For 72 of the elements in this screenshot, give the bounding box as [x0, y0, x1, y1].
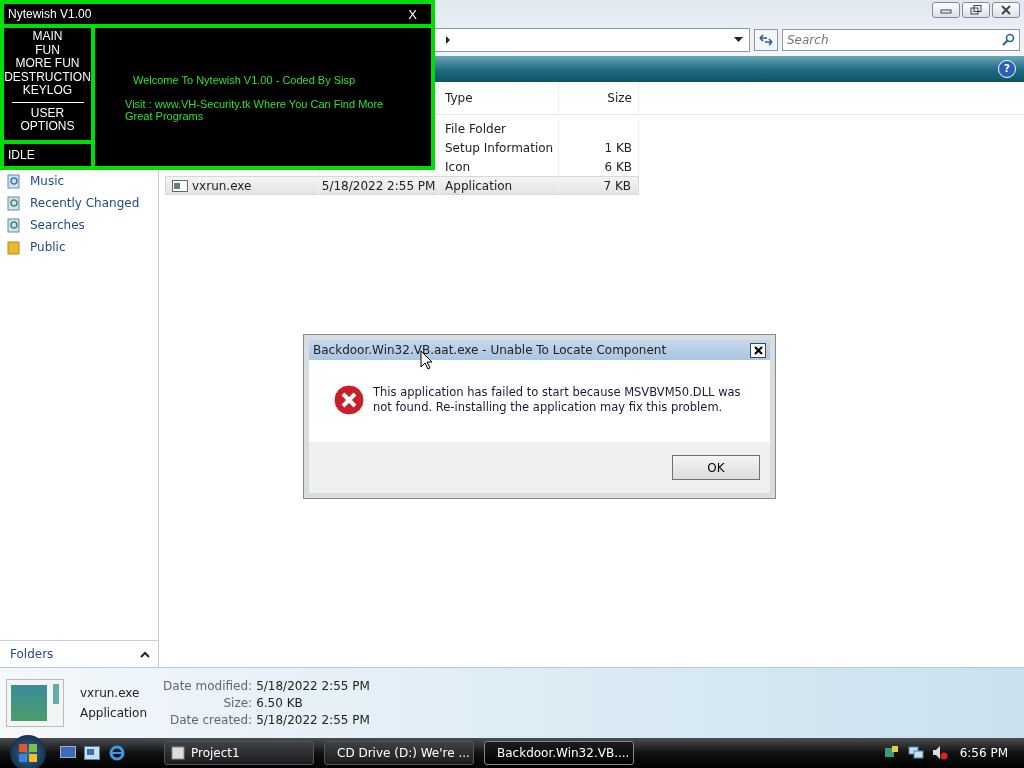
- window-title: Nytewish V1.00: [8, 7, 92, 21]
- search-folder-icon: [6, 217, 22, 233]
- file-name: vxrun.exe: [80, 686, 141, 700]
- restore-icon: [970, 5, 982, 15]
- visit-text: Visit : www.VH-Security.tk Where You Can Find More Great Programs: [125, 98, 385, 122]
- error-message: This application has failed to start because MSVBVM50.DLL was not found. Re-installing the application may fix this problem.: [373, 384, 742, 415]
- detail-label: Size:: [222, 696, 253, 710]
- menu-item[interactable]: FUN: [35, 43, 60, 57]
- minimize-icon: [940, 6, 952, 14]
- chevron-icon: [445, 36, 451, 44]
- dialog-title: Backdoor.Win32.VB.aat.exe - Unable To Locate Component: [313, 343, 667, 357]
- search-field[interactable]: Search: [782, 29, 1020, 51]
- browser-icon[interactable]: [108, 744, 126, 762]
- refresh-button[interactable]: [754, 29, 778, 51]
- collapse-icon: [140, 650, 150, 658]
- detail-value: 5/18/2022 2:55 PM: [256, 713, 370, 727]
- muted-speaker-icon[interactable]: [931, 745, 948, 761]
- restore-button[interactable]: [962, 2, 990, 18]
- size-cell: 7 KB: [603, 178, 631, 193]
- detail-label: Date modified:: [163, 679, 253, 693]
- type-cell: File Folder: [445, 121, 506, 136]
- welcome-text: Welcome To Nytewish V1.00 - Coded By Sisp: [132, 74, 357, 86]
- window-switch-icon[interactable]: [84, 746, 100, 760]
- size-cell: 6 KB: [604, 159, 632, 174]
- recent-folder-icon: [6, 195, 22, 211]
- sidebar-item[interactable]: Searches: [6, 216, 158, 234]
- type-cell: Icon: [445, 159, 471, 174]
- file-name: vxrun.exe: [192, 178, 252, 193]
- menu-item[interactable]: MAIN: [32, 30, 63, 44]
- application-thumbnail: [6, 679, 64, 727]
- ok-button[interactable]: OK: [672, 455, 760, 480]
- clock: 6:56 PM: [959, 746, 1008, 760]
- file-type: Application: [80, 706, 148, 720]
- sidebar-item[interactable]: Public: [6, 238, 158, 256]
- menu-item[interactable]: OPTIONS: [20, 120, 75, 134]
- sidebar-item[interactable]: Music: [6, 172, 158, 190]
- program-icon: [171, 746, 185, 760]
- windows-logo: [17, 742, 39, 764]
- menu-item[interactable]: KEYLOG: [22, 84, 73, 98]
- close-icon: [1000, 5, 1012, 15]
- search-icon: [1001, 33, 1015, 47]
- close-button[interactable]: [750, 342, 766, 358]
- music-folder-icon: [6, 173, 22, 189]
- detail-value: 6.50 KB: [256, 696, 304, 710]
- taskbar-button[interactable]: Project1: [164, 741, 314, 765]
- refresh-icon: [758, 33, 774, 47]
- status-label: IDLE: [4, 144, 91, 166]
- type-cell: Setup Information: [445, 140, 554, 155]
- taskbar-button[interactable]: Backdoor.Win32.VB....: [484, 741, 634, 765]
- error-icon: [333, 384, 365, 416]
- menu-item[interactable]: DESTRUCTION: [4, 70, 91, 84]
- size-cell: 1 KB: [604, 140, 632, 155]
- type-cell: Application: [445, 178, 513, 193]
- menu-item[interactable]: USER: [30, 106, 65, 120]
- column-header[interactable]: Size: [559, 82, 639, 114]
- selected-file-row[interactable]: vxrun.exe 5/18/2022 2:55 PM Application 7 KB: [165, 176, 639, 195]
- desktop-icon[interactable]: [60, 746, 76, 760]
- menu-item[interactable]: MORE FUN: [15, 57, 80, 71]
- help-button[interactable]: ?: [998, 60, 1016, 78]
- application-file-icon: [172, 179, 188, 192]
- start-button[interactable]: [10, 735, 46, 768]
- folder-icon: [6, 239, 22, 255]
- taskbar-button[interactable]: CD Drive (D:) We're ...: [324, 741, 474, 765]
- close-button[interactable]: X: [398, 6, 427, 22]
- date-cell: 5/18/2022 2:55 PM: [321, 178, 436, 193]
- detail-value: 5/18/2022 2:55 PM: [256, 679, 370, 693]
- column-header[interactable]: Type: [439, 82, 559, 114]
- dropdown-icon: [734, 37, 743, 43]
- detail-label: Date created:: [168, 713, 253, 727]
- sidebar-item[interactable]: Recently Changed: [6, 194, 158, 212]
- close-button[interactable]: [992, 2, 1020, 18]
- network-icon[interactable]: [907, 745, 924, 761]
